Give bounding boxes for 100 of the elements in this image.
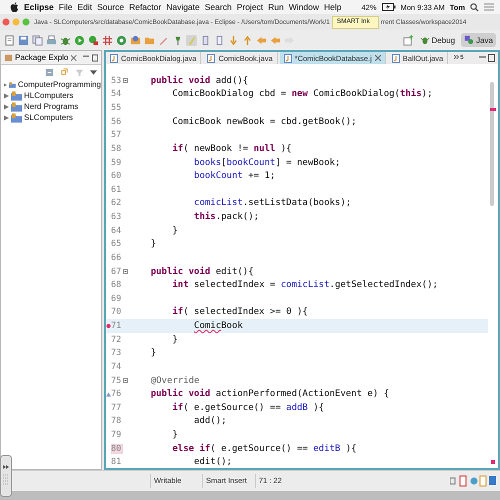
tree-item[interactable]: SLComputers (1, 112, 101, 123)
project-folder-icon (11, 102, 22, 112)
line-number: 79 (111, 430, 122, 440)
code-line: @Override (150, 376, 200, 386)
java-file-icon (207, 54, 216, 62)
code-line: } (171, 430, 178, 440)
status-icons-drawing[interactable] (450, 475, 496, 487)
menu-item[interactable]: Window (288, 2, 319, 12)
close-icon[interactable] (71, 54, 77, 60)
expander-icon[interactable] (4, 92, 9, 98)
apple-icon[interactable] (10, 2, 19, 12)
copy-icon[interactable] (32, 34, 43, 46)
menu-item[interactable]: Navigate (166, 2, 200, 12)
line-number: 56 (111, 116, 122, 127)
java-icon (464, 35, 474, 45)
view-menu-icon[interactable] (90, 70, 97, 74)
tree-item[interactable]: Nerd Programs (1, 101, 101, 112)
code-line: ComicBook newBook = cbd.getBook(); (171, 116, 357, 127)
code-line: else if( e.getSource() == editB ){ (171, 444, 357, 454)
run-icon[interactable] (74, 34, 85, 46)
code-line: public void edit(){ (150, 266, 254, 277)
battery-icon[interactable] (382, 3, 396, 11)
search-icon[interactable] (470, 2, 479, 12)
trim-handle-icon[interactable] (0, 455, 12, 497)
up-arrow-icon[interactable] (242, 34, 253, 46)
line-number: 57 (111, 130, 122, 140)
open-perspective-icon[interactable] (402, 34, 414, 46)
line-number: 63 (111, 212, 122, 222)
code-line: books[bookCount] = newBook; (193, 158, 340, 168)
menu-item[interactable]: Project (236, 2, 264, 12)
package-icon[interactable] (130, 34, 141, 46)
collapse-all-icon[interactable] (45, 68, 54, 76)
menu-item[interactable]: Refactor (129, 2, 162, 12)
code-line: this.pack(); (193, 212, 260, 222)
app-menu[interactable]: Eclipse (24, 2, 54, 12)
line-number: 73 (111, 348, 122, 358)
menu-item[interactable]: Help (324, 2, 342, 12)
save-icon[interactable] (18, 34, 29, 46)
document-icon[interactable] (214, 34, 225, 46)
line-number: 61 (111, 184, 122, 195)
line-number: 65 (111, 239, 122, 250)
line-number: 70 (111, 307, 122, 318)
back-arrow-icon[interactable] (270, 34, 281, 46)
document-icon[interactable] (200, 34, 211, 46)
line-number: 72 (111, 334, 122, 345)
close-icon[interactable] (374, 55, 381, 61)
line-number: 69 (111, 294, 122, 304)
line-number: 54 (111, 89, 122, 100)
line-number: 74 (111, 362, 122, 372)
back-arrow-icon[interactable] (256, 34, 267, 46)
run-tool-icon[interactable] (88, 34, 99, 46)
override-marker-icon[interactable] (106, 392, 111, 397)
java-file-icon (392, 54, 400, 62)
line-number: 75 (111, 376, 122, 386)
line-number: 59 (111, 158, 122, 168)
new-file-icon[interactable] (4, 34, 15, 46)
link-icon[interactable] (60, 68, 69, 76)
menu-item[interactable]: Search (204, 2, 232, 12)
maximize-icon[interactable] (488, 54, 495, 62)
line-number: 60 (111, 171, 122, 182)
line-number: 55 (111, 103, 122, 114)
expander-icon[interactable] (4, 82, 8, 88)
line-number: 53 (111, 76, 122, 86)
tree-item[interactable]: ComputerProgramming (1, 79, 101, 90)
expander-icon[interactable] (4, 104, 9, 110)
perspective-button[interactable]: Debug (416, 33, 458, 47)
code-line: } (150, 239, 156, 250)
line-number: 80 (111, 444, 123, 454)
code-line: public void actionPerformed(ActionEvent e) { (150, 389, 390, 400)
scrollbar-thumb[interactable] (490, 82, 494, 206)
bug-icon (420, 35, 430, 45)
code-line: int selectedIndex = comicList.getSelectedIndex(); (171, 280, 438, 290)
fold-icon[interactable] (123, 78, 128, 84)
expander-icon[interactable] (4, 114, 9, 120)
menu-item[interactable]: Run (268, 2, 284, 12)
print-icon[interactable] (46, 34, 57, 46)
hash-icon[interactable] (102, 34, 113, 46)
list-icon[interactable] (484, 3, 494, 11)
line-number: 58 (111, 144, 122, 154)
code-line: ComicBookDialog cbd = new ComicBookDialog(this); (171, 89, 432, 100)
line-number: 64 (111, 226, 122, 236)
tree-item[interactable]: HLComputers (1, 90, 101, 101)
fold-icon[interactable] (123, 378, 128, 384)
menu-item[interactable]: Source (97, 2, 124, 12)
menu-item[interactable]: File (58, 2, 72, 12)
error-marker-icon[interactable] (106, 323, 111, 330)
code-line: edit(); (193, 457, 232, 468)
perspective-button[interactable]: Java (461, 33, 496, 47)
class-icon[interactable] (116, 34, 127, 46)
code-line: ComicBook (193, 321, 243, 332)
line-number: 77 (111, 402, 122, 413)
code-line: if( selectedIndex >= 0 ){ (171, 307, 308, 318)
menu-item[interactable]: Edit (77, 2, 92, 12)
maximize-icon[interactable] (92, 54, 98, 62)
chevron-icon (454, 55, 460, 59)
window-controls-icon[interactable] (2, 18, 32, 26)
fold-icon[interactable] (123, 269, 128, 274)
java-file-icon (110, 54, 118, 62)
down-arrow-icon[interactable] (228, 34, 239, 46)
code-line: public void add(){ (150, 76, 248, 86)
